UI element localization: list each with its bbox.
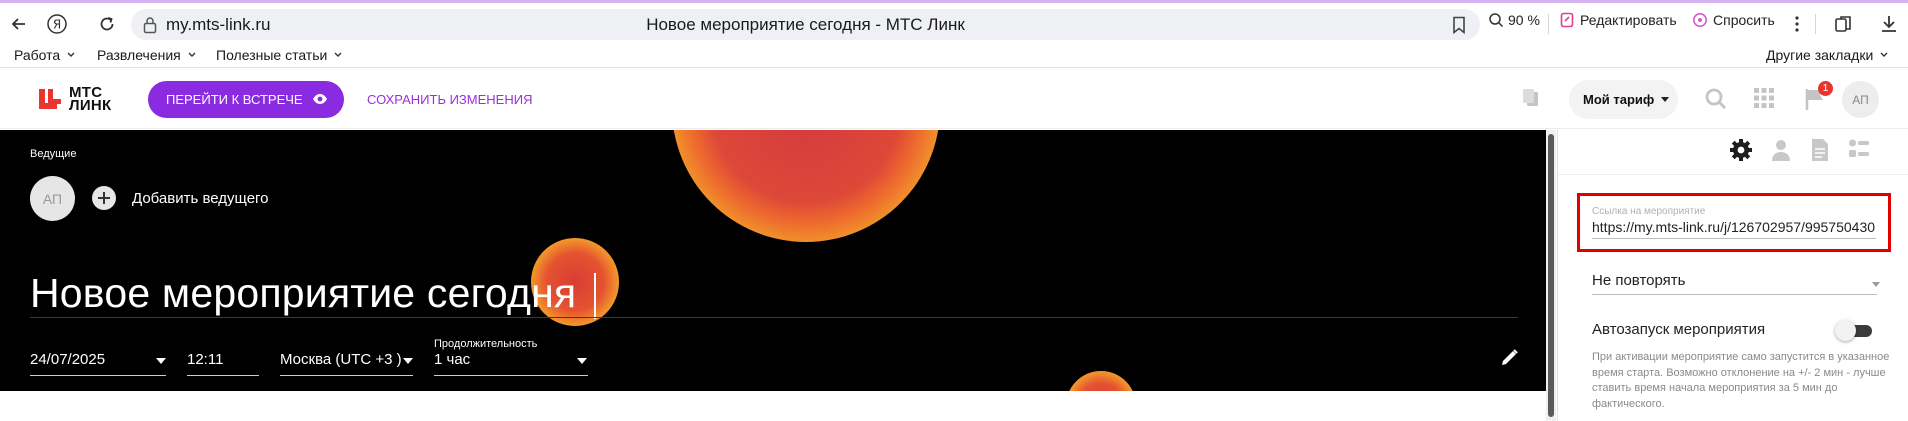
event-link-label: Ссылка на мероприятие: [1592, 206, 1706, 217]
yandex-icon: Я: [47, 14, 67, 34]
add-host-link[interactable]: Добавить ведущего: [132, 190, 269, 207]
timezone-value: Москва (UTC +3 ): [280, 351, 402, 368]
download-icon: [1882, 16, 1896, 32]
zoom-value: 90 %: [1508, 12, 1540, 28]
plus-icon[interactable]: [92, 186, 116, 210]
field-underline: [1592, 238, 1876, 239]
person-icon[interactable]: [1771, 138, 1791, 162]
edit-doc-icon: [1560, 12, 1574, 28]
logo-text-line2: ЛИНК: [69, 97, 112, 114]
zoom-indicator[interactable]: 90 %: [1488, 12, 1540, 28]
edit-button[interactable]: Редактировать: [1560, 12, 1677, 28]
back-button[interactable]: [6, 11, 32, 37]
title-underline: [30, 317, 1518, 318]
divider: [1815, 14, 1816, 34]
save-changes-link[interactable]: СОХРАНИТЬ ИЗМЕНЕНИЯ: [367, 92, 532, 107]
logo-icon: [39, 89, 61, 109]
caret-down-icon: [403, 358, 413, 364]
mts-link-logo[interactable]: МТС ЛИНК: [37, 85, 112, 114]
edit-label: Редактировать: [1580, 12, 1677, 28]
ask-label: Спросить: [1713, 12, 1775, 28]
gear-icon[interactable]: [1729, 138, 1753, 162]
bookmark-folder[interactable]: Полезные статьи: [216, 47, 343, 63]
time-value: 12:11: [187, 351, 224, 368]
time-field[interactable]: 12:11: [187, 351, 259, 376]
menu-button[interactable]: [1784, 11, 1810, 37]
downloads-button[interactable]: [1876, 11, 1902, 37]
chevron-down-icon: [188, 52, 196, 57]
autostart-label: Автозапуск мероприятия: [1592, 321, 1766, 338]
tab-title: Новое мероприятие сегодня - МТС Линк: [646, 15, 965, 34]
pencil-icon[interactable]: [1500, 348, 1519, 367]
autostart-toggle-knob[interactable]: [1835, 320, 1856, 341]
caret-down-icon: [1872, 282, 1880, 287]
go-to-meeting-label: ПЕРЕЙТИ К ВСТРЕЧЕ: [166, 92, 303, 107]
date-value: 24/07/2025: [30, 351, 106, 368]
divider: [1548, 14, 1549, 34]
chevron-down-icon: [334, 52, 342, 57]
other-bookmarks-label: Другие закладки: [1766, 47, 1874, 63]
field-underline: [1592, 294, 1877, 295]
bookmark-label: Развлечения: [97, 47, 181, 63]
duration-label: Продолжительность: [434, 338, 538, 350]
reload-icon: [100, 17, 114, 31]
caret-down-icon: [156, 358, 166, 364]
app-header: МТС ЛИНК ПЕРЕЙТИ К ВСТРЕЧЕ СОХРАНИТЬ ИЗМ…: [0, 69, 1908, 129]
notification-badge: 1: [1818, 81, 1833, 96]
caret-down-icon: [577, 358, 587, 364]
bookmark-label: Полезные статьи: [216, 47, 328, 63]
more-vertical-icon: [1795, 16, 1799, 32]
repeat-select[interactable]: Не повторять: [1592, 272, 1685, 289]
bookmark-label: Работа: [14, 47, 61, 63]
arrow-left-icon: [11, 18, 25, 30]
chevron-down-icon: [67, 52, 75, 57]
hosts-label: Ведущие: [30, 148, 77, 160]
chevron-down-icon: [1880, 52, 1888, 57]
host-avatar[interactable]: АП: [30, 176, 75, 221]
checklist-icon[interactable]: [1848, 138, 1870, 160]
bookmark-icon[interactable]: [1450, 15, 1468, 35]
eye-icon: [313, 94, 327, 104]
caret-down-icon: [1661, 96, 1670, 102]
browser-toolbar: Я my.mts-link.ru Новое мероприятие сегод…: [0, 3, 1908, 43]
ask-button[interactable]: Спросить: [1692, 12, 1775, 28]
search-icon[interactable]: [1704, 87, 1728, 111]
settings-panel: Ссылка на мероприятие https://my.mts-lin…: [1557, 130, 1908, 421]
duration-field[interactable]: Продолжительность 1 час: [434, 338, 588, 376]
bookmark-folder[interactable]: Работа: [14, 47, 76, 63]
svg-text:Я: Я: [53, 18, 61, 32]
reload-button[interactable]: [94, 11, 120, 37]
panel-divider: [1558, 174, 1908, 175]
event-title-input[interactable]: Новое мероприятие сегодня: [30, 270, 576, 317]
text-caret: [594, 273, 596, 319]
scrollbar-thumb[interactable]: [1548, 134, 1554, 417]
user-avatar[interactable]: АП: [1842, 81, 1879, 118]
bookmarks-bar: Работа Развлечения Полезные статьи Други…: [0, 43, 1908, 68]
zoom-icon: [1489, 13, 1504, 28]
document-icon[interactable]: [1810, 138, 1830, 162]
tariff-dropdown[interactable]: Мой тариф: [1569, 80, 1678, 119]
address-bar[interactable]: my.mts-link.ru Новое мероприятие сегодня…: [131, 9, 1480, 40]
ask-icon: [1693, 13, 1707, 27]
timezone-field[interactable]: Москва (UTC +3 ): [280, 351, 413, 376]
apps-grid-icon[interactable]: [1753, 87, 1775, 109]
duration-value: 1 час: [434, 351, 471, 368]
collections-button[interactable]: [1831, 11, 1857, 37]
go-to-meeting-button[interactable]: ПЕРЕЙТИ К ВСТРЕЧЕ: [148, 81, 344, 118]
bookmark-folder[interactable]: Развлечения: [97, 47, 197, 63]
date-field[interactable]: 24/07/2025: [30, 351, 166, 376]
other-bookmarks[interactable]: Другие закладки: [1766, 47, 1889, 63]
copy-icon[interactable]: [1521, 87, 1541, 109]
event-cover: Ведущие АП Добавить ведущего Новое мероп…: [0, 130, 1546, 391]
autostart-note: При активации мероприятие само запуститс…: [1592, 351, 1890, 410]
collections-icon: [1835, 16, 1851, 32]
yandex-button[interactable]: Я: [44, 11, 70, 37]
tariff-label: Мой тариф: [1583, 92, 1655, 107]
event-link-field[interactable]: https://my.mts-link.ru/j/126702957/99575…: [1592, 219, 1882, 235]
